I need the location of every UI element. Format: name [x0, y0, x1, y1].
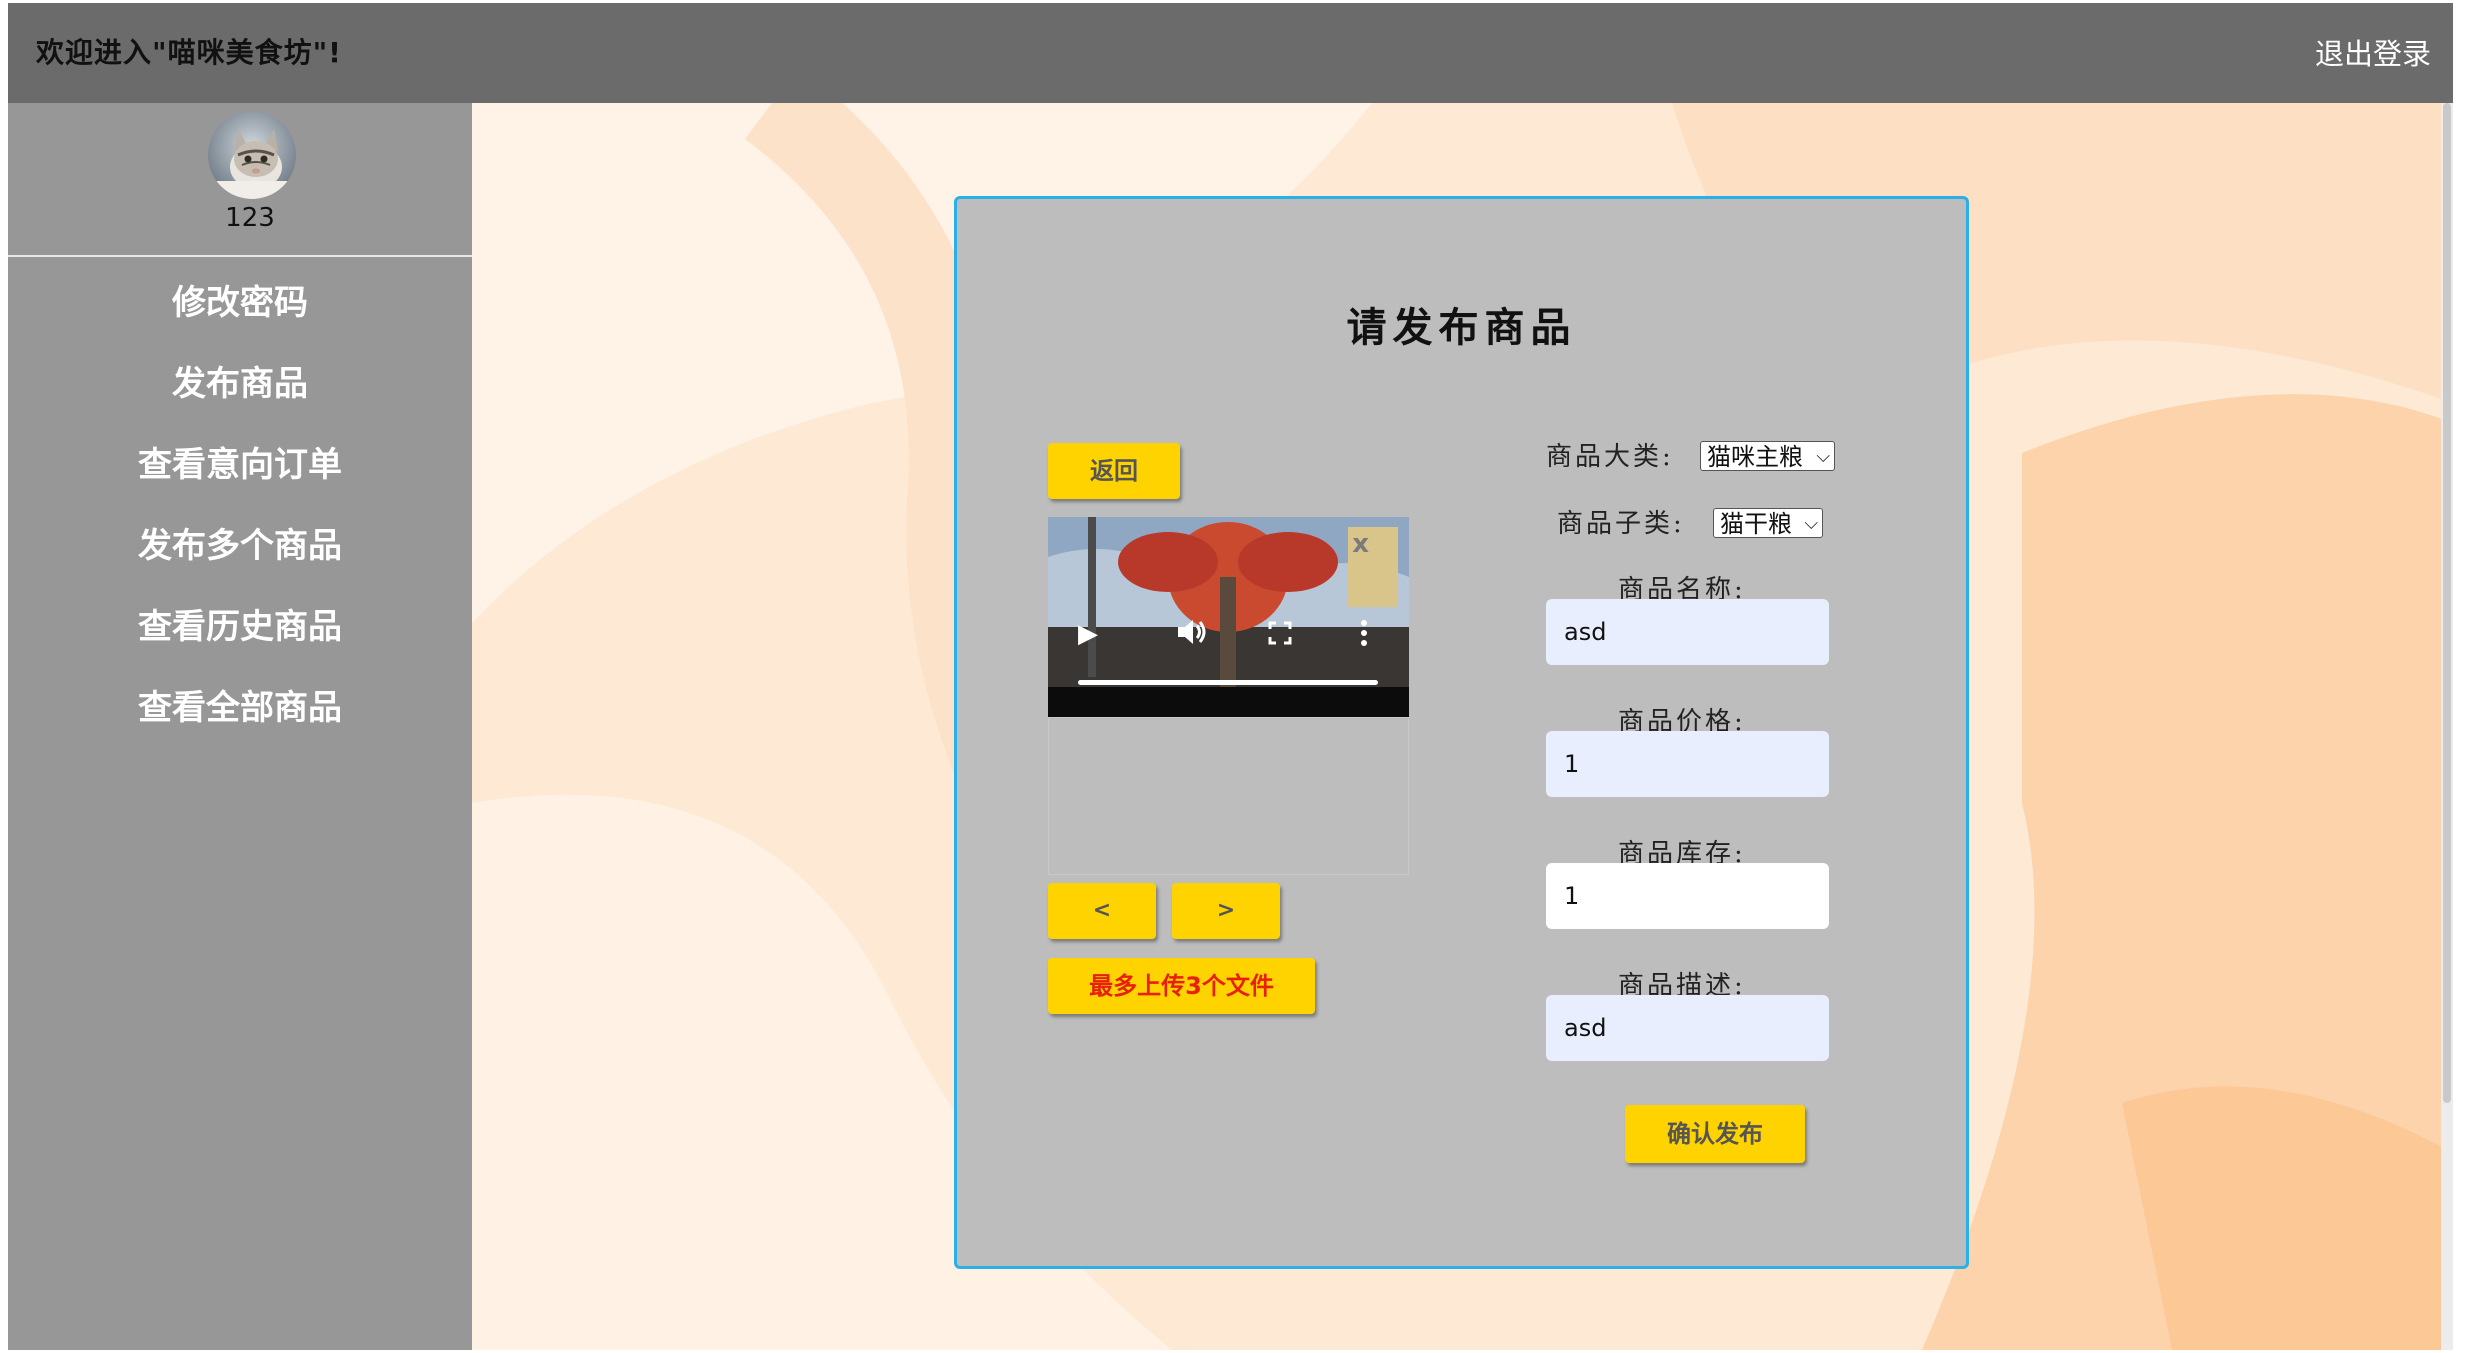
subcategory-label: 商品子类: [1557, 509, 1685, 539]
submit-publish-button[interactable]: 确认发布 [1625, 1105, 1805, 1163]
username: 123 [225, 203, 275, 233]
sidebar: 123 修改密码 发布商品 查看意向订单 发布多个商品 查看历史商品 查看全部商… [8, 103, 472, 1350]
video-preview[interactable]: x ▶ [1048, 517, 1409, 717]
sidebar-item-publish-product[interactable]: 发布商品 [8, 356, 472, 405]
sidebar-item-change-password[interactable]: 修改密码 [8, 275, 472, 324]
sidebar-item-intent-orders[interactable]: 查看意向订单 [8, 437, 472, 486]
volume-icon[interactable] [1176, 617, 1208, 647]
media-empty-area [1048, 717, 1409, 875]
close-icon[interactable]: x [1352, 529, 1369, 559]
stock-input[interactable]: 1 [1546, 863, 1829, 929]
category-label: 商品大类: [1546, 442, 1674, 472]
video-progress-bar[interactable] [1078, 680, 1378, 685]
more-options-icon[interactable] [1360, 619, 1368, 647]
price-input[interactable]: 1 [1546, 731, 1829, 797]
app-window: 欢迎进入"喵咪美食坊"! 退出登录 123 修改密码 发布商品 查看意向订单 发… [8, 3, 2453, 1350]
publish-panel: 请发布商品 返回 x ▶ < > 最多上传3个文件 商品大类: 猫咪主粮 ⌵ 商… [954, 196, 1969, 1269]
name-input[interactable]: asd [1546, 599, 1829, 665]
chevron-down-icon: ⌵ [1816, 446, 1830, 467]
fullscreen-icon[interactable] [1268, 621, 1292, 645]
next-media-button[interactable]: > [1172, 883, 1280, 939]
chevron-down-icon: ⌵ [1804, 513, 1818, 534]
prev-media-button[interactable]: < [1048, 883, 1156, 939]
scrollbar-thumb[interactable] [2443, 103, 2451, 1103]
category-select[interactable]: 猫咪主粮 ⌵ [1700, 441, 1835, 471]
sidebar-item-publish-multiple[interactable]: 发布多个商品 [8, 518, 472, 567]
main-content: 请发布商品 返回 x ▶ < > 最多上传3个文件 商品大类: 猫咪主粮 ⌵ 商… [472, 103, 2453, 1350]
description-input[interactable]: asd [1546, 995, 1829, 1061]
subcategory-select[interactable]: 猫干粮 ⌵ [1713, 508, 1823, 538]
cat-avatar-icon [208, 111, 296, 199]
play-icon[interactable]: ▶ [1078, 619, 1098, 649]
sidebar-item-all-products[interactable]: 查看全部商品 [8, 680, 472, 729]
logout-link[interactable]: 退出登录 [2315, 31, 2431, 73]
sidebar-divider [8, 255, 472, 257]
subcategory-select-value: 猫干粮 [1720, 510, 1792, 538]
welcome-title: 欢迎进入"喵咪美食坊"! [36, 36, 342, 69]
scrollbar[interactable] [2441, 103, 2453, 1350]
back-button[interactable]: 返回 [1048, 443, 1180, 499]
upload-files-button[interactable]: 最多上传3个文件 [1048, 958, 1315, 1014]
sidebar-item-history-products[interactable]: 查看历史商品 [8, 599, 472, 648]
category-select-value: 猫咪主粮 [1707, 443, 1803, 471]
page-title: 请发布商品 [1346, 304, 1577, 351]
top-header: 欢迎进入"喵咪美食坊"! 退出登录 [8, 3, 2453, 103]
